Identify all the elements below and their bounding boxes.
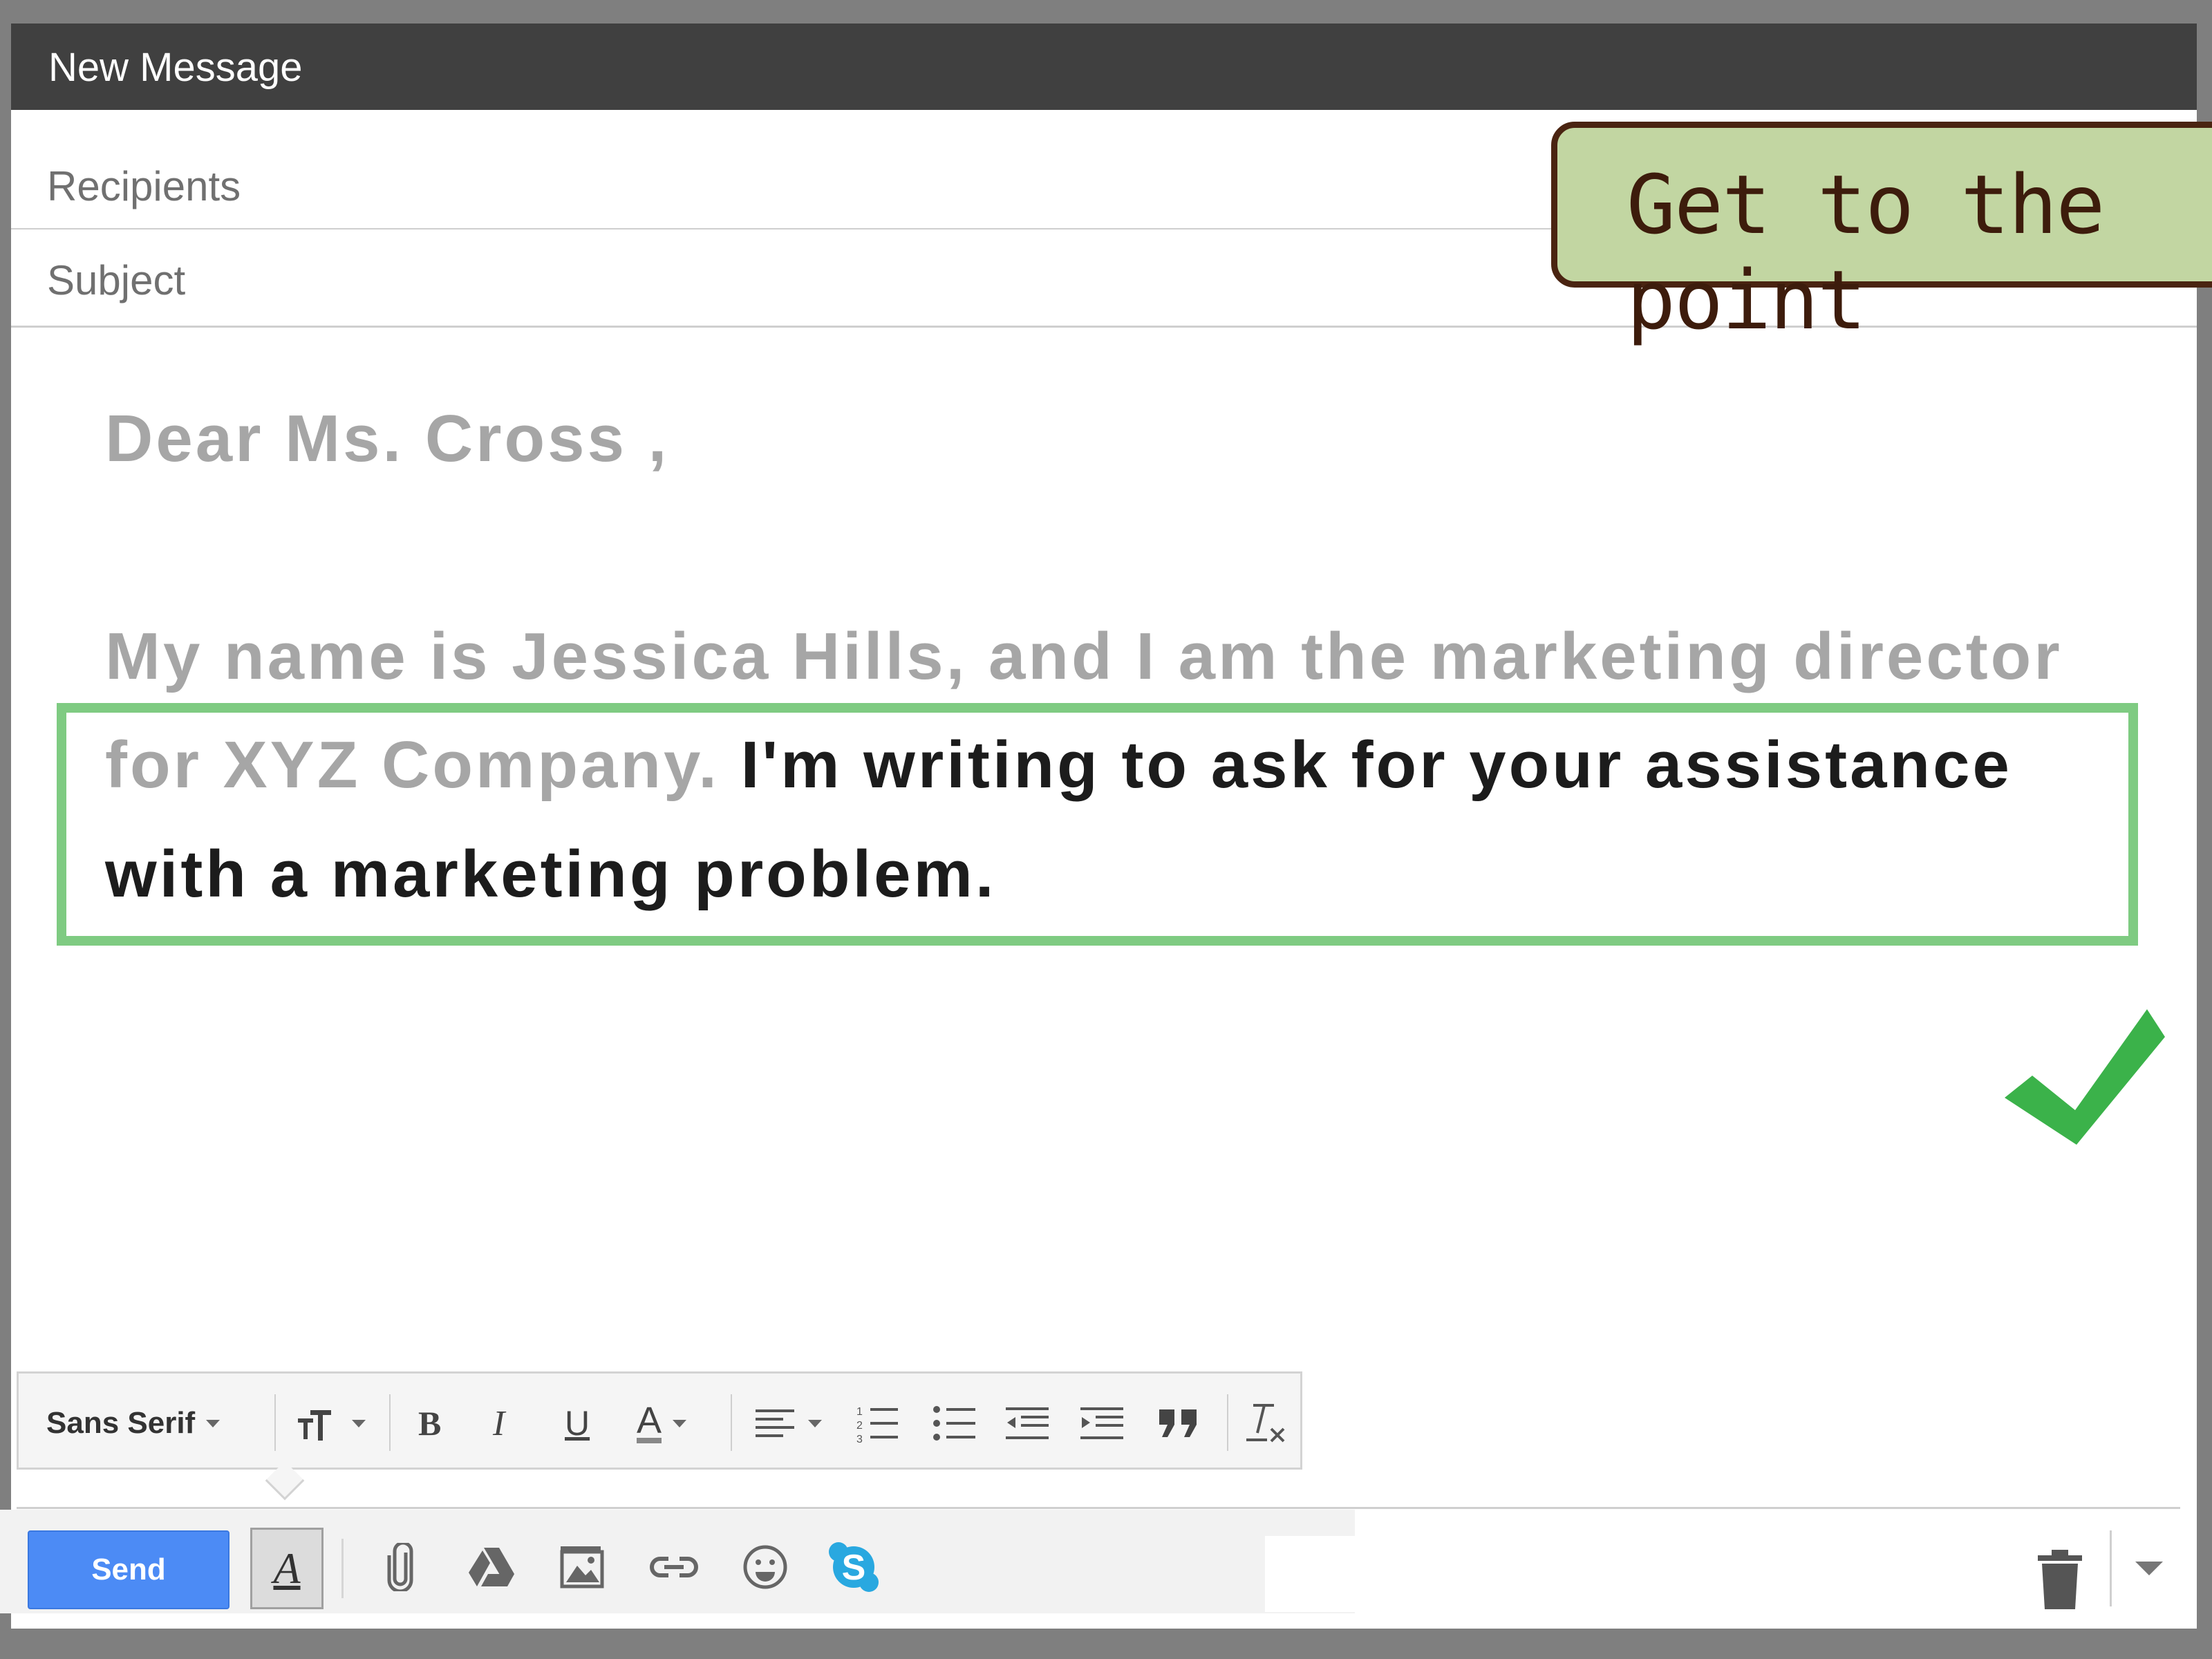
numbered-list-icon: 1 2 3 — [856, 1406, 898, 1443]
emoji-button[interactable] — [734, 1536, 796, 1598]
skype-icon: S — [829, 1542, 879, 1592]
bold-icon: B — [418, 1404, 442, 1443]
toolbar-separator — [341, 1539, 344, 1598]
attach-icon — [387, 1543, 413, 1591]
more-options-button[interactable] — [2110, 1530, 2186, 1606]
more-options-icon — [2135, 1562, 2163, 1575]
svg-text:2: 2 — [856, 1420, 863, 1432]
formatting-toggle-button[interactable]: A — [250, 1528, 324, 1609]
text-color-icon: A — [637, 1402, 662, 1443]
attach-button[interactable] — [369, 1536, 431, 1598]
italic-icon: I — [493, 1403, 505, 1443]
quote-icon — [1159, 1409, 1197, 1437]
chevron-down-icon — [673, 1419, 687, 1427]
greeting-line: Dear Ms. Cross , — [105, 402, 670, 476]
subject-placeholder: Subject — [47, 257, 186, 303]
chevron-down-icon — [808, 1419, 822, 1427]
send-button[interactable]: Send — [28, 1530, 229, 1609]
drive-icon — [469, 1548, 514, 1586]
chevron-down-icon — [352, 1419, 366, 1427]
formatting-toolbar: Sans Serif B I U A 1 2 3 — [17, 1371, 1302, 1470]
compose-titlebar: New Message — [11, 24, 2197, 110]
svg-text:1: 1 — [856, 1406, 863, 1418]
formatting-toggle-icon: A — [273, 1544, 301, 1593]
svg-text:S: S — [842, 1548, 866, 1588]
text-size-icon — [298, 1410, 331, 1441]
align-button[interactable] — [756, 1396, 822, 1451]
drive-button[interactable] — [460, 1536, 523, 1598]
photo-button[interactable] — [552, 1536, 614, 1598]
checkmark-icon — [2005, 1009, 2165, 1145]
underline-icon: U — [565, 1404, 590, 1443]
align-icon — [756, 1409, 794, 1437]
bulleted-list-button[interactable] — [932, 1396, 977, 1451]
font-family-select[interactable]: Sans Serif — [46, 1396, 221, 1451]
bold-button[interactable]: B — [418, 1396, 441, 1451]
indent-more-button[interactable] — [1080, 1396, 1125, 1451]
text-size-button[interactable] — [297, 1396, 366, 1451]
chevron-down-icon — [206, 1419, 221, 1427]
indent-less-button[interactable] — [1006, 1396, 1050, 1451]
trash-icon — [2038, 1550, 2082, 1609]
indent-more-icon — [1080, 1407, 1123, 1439]
toolbar-spacer — [1265, 1536, 1355, 1612]
link-button[interactable] — [643, 1536, 705, 1598]
italic-button[interactable]: I — [493, 1396, 505, 1451]
numbered-list-button[interactable]: 1 2 3 — [855, 1396, 899, 1451]
toolbar-separator — [1227, 1394, 1228, 1451]
callout-text: Get to the point — [1627, 157, 2105, 348]
bulleted-list-icon — [933, 1406, 975, 1441]
body-line-1: My name is Jessica Hills, and I am the m… — [105, 619, 2063, 693]
link-icon — [650, 1557, 698, 1577]
compose-title: New Message — [48, 45, 303, 90]
highlight-box — [57, 703, 2138, 946]
toolbar-separator — [274, 1394, 276, 1451]
compose-divider — [17, 1507, 2180, 1509]
text-color-button[interactable]: A — [637, 1396, 687, 1451]
toolbar-separator — [389, 1394, 391, 1451]
quote-button[interactable] — [1158, 1396, 1199, 1451]
remove-formatting-button[interactable] — [1244, 1396, 1286, 1451]
indent-less-icon — [1006, 1407, 1049, 1439]
emoji-icon — [743, 1545, 787, 1589]
toolbar-separator — [731, 1394, 732, 1451]
tip-callout: Get to the point — [1551, 122, 2212, 348]
underline-button[interactable]: U — [565, 1396, 590, 1451]
skype-button[interactable]: S — [823, 1536, 885, 1598]
svg-text:3: 3 — [856, 1434, 863, 1443]
recipients-placeholder: Recipients — [47, 163, 241, 209]
trash-button[interactable] — [2032, 1548, 2088, 1611]
photo-icon — [560, 1546, 604, 1588]
font-family-label: Sans Serif — [46, 1406, 196, 1440]
remove-formatting-icon — [1246, 1404, 1285, 1443]
